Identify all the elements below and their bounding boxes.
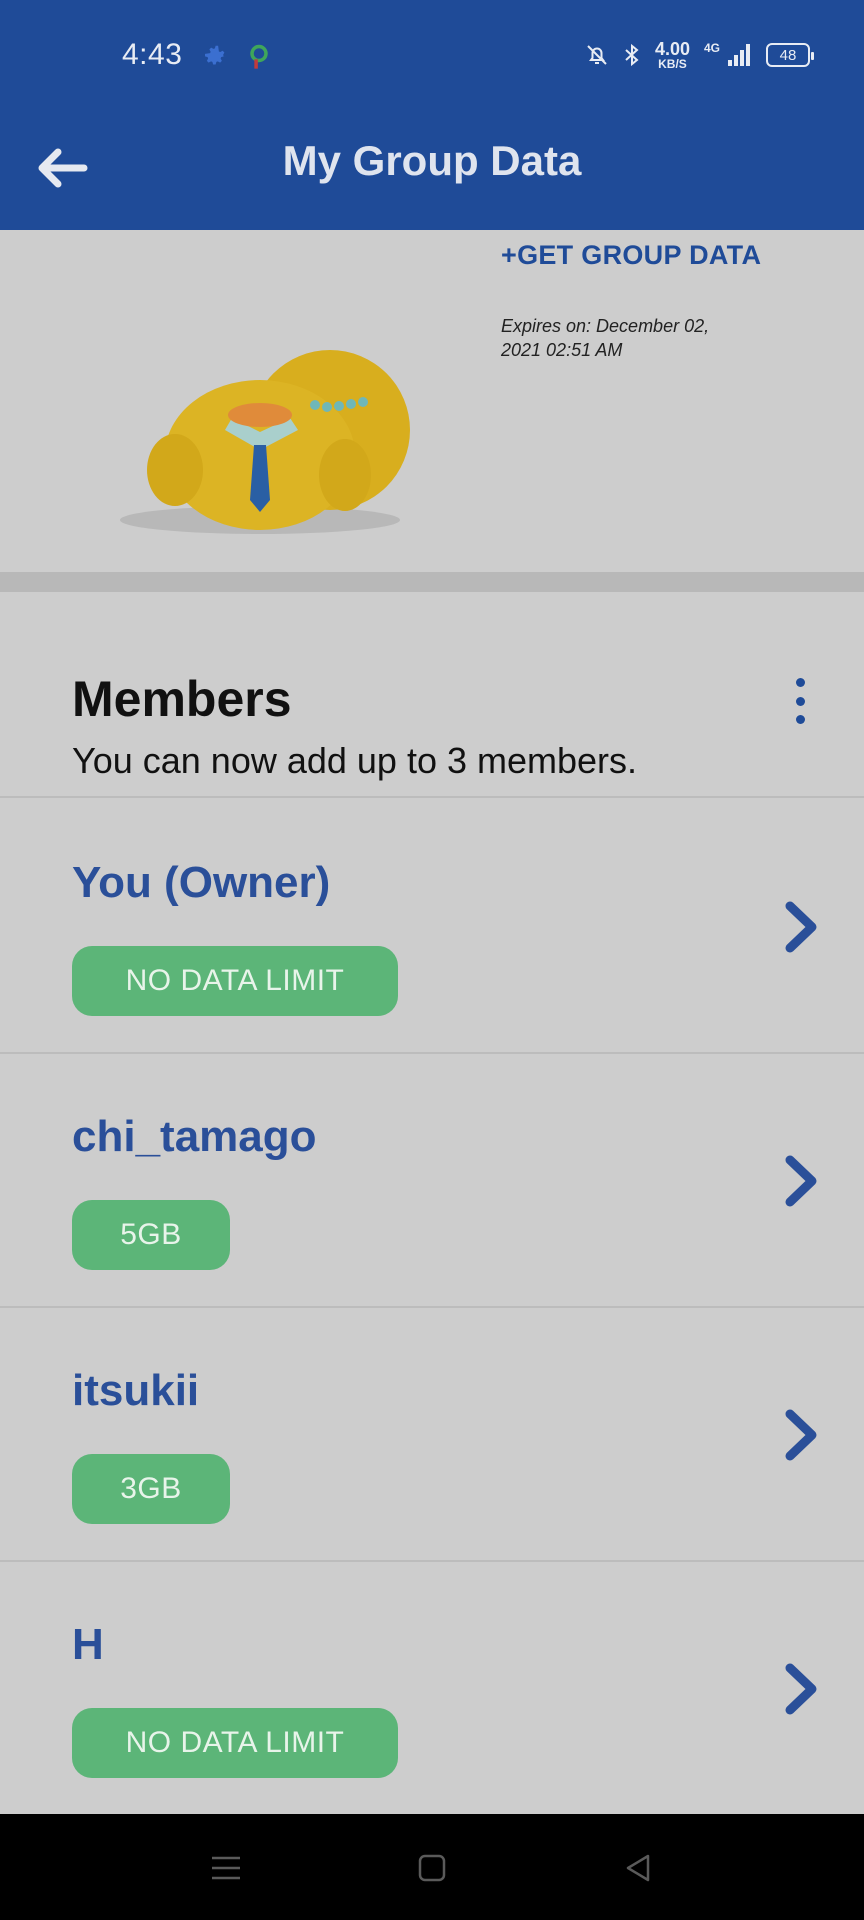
member-name: chi_tamago — [72, 1112, 317, 1161]
duck-mascot-illustration — [120, 350, 410, 534]
chevron-right-icon — [785, 1409, 817, 1461]
member-name: You (Owner) — [72, 858, 331, 907]
more-options-icon[interactable] — [784, 678, 816, 724]
system-nav-bar — [0, 1814, 864, 1920]
back-triangle-icon[interactable] — [618, 1848, 658, 1888]
data-limit-badge: NO DATA LIMIT — [72, 1708, 398, 1778]
chevron-right-icon — [785, 1155, 817, 1207]
member-row[interactable]: H NO DATA LIMIT — [0, 1562, 864, 1814]
members-title: Members — [72, 671, 292, 727]
gear-icon — [205, 45, 227, 65]
data-limit-badge: 5GB — [72, 1200, 230, 1270]
chevron-right-icon — [785, 901, 817, 953]
page-title: My Group Data — [282, 137, 582, 184]
section-divider — [0, 572, 864, 592]
mute-bell-icon — [587, 45, 607, 65]
member-row[interactable]: itsukii 3GB — [0, 1308, 864, 1562]
network-type: 4G — [703, 41, 720, 55]
battery-icon: 48 — [766, 43, 814, 67]
app-notification-icon — [250, 44, 268, 69]
status-time: 4:43 — [122, 38, 183, 71]
members-subtitle: You can now add up to 3 members. — [72, 740, 638, 781]
chevron-right-icon — [785, 1663, 817, 1715]
member-row[interactable]: You (Owner) NO DATA LIMIT — [0, 800, 864, 1054]
members-header: Members You can now add up to 3 members. — [0, 592, 864, 798]
data-limit-badge: 3GB — [72, 1454, 230, 1524]
menu-icon[interactable] — [206, 1848, 246, 1888]
status-bar: 4:43 4.00 KB/S 4G 48 — [0, 0, 864, 110]
data-limit-badge: NO DATA LIMIT — [72, 946, 398, 1016]
home-square-icon[interactable] — [412, 1848, 452, 1888]
expiry-date: Expires on: December 02, 2021 02:51 AM — [501, 316, 710, 360]
network-speed: 4.00 KB/S — [654, 39, 690, 71]
member-name: H — [72, 1620, 104, 1669]
bluetooth-icon — [625, 43, 639, 67]
signal-icon — [728, 44, 750, 66]
app-bar: My Group Data — [0, 110, 864, 230]
member-row[interactable]: chi_tamago 5GB — [0, 1054, 864, 1308]
member-name: itsukii — [72, 1366, 200, 1415]
group-data-card: +GET GROUP DATA Expires on: December 02,… — [0, 230, 864, 572]
get-group-data-button[interactable]: +GET GROUP DATA — [501, 240, 761, 271]
